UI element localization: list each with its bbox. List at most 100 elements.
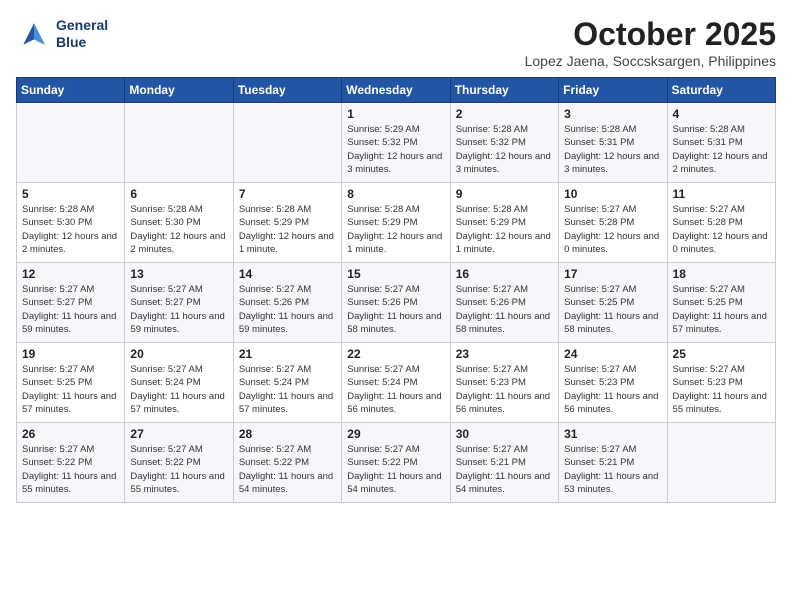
calendar-cell: 14 Sunrise: 5:27 AM Sunset: 5:26 PM Dayli… (233, 263, 341, 343)
calendar-table: SundayMondayTuesdayWednesdayThursdayFrid… (16, 77, 776, 503)
day-number: 17 (564, 267, 661, 281)
day-number: 22 (347, 347, 444, 361)
calendar-cell: 27 Sunrise: 5:27 AM Sunset: 5:22 PM Dayli… (125, 423, 233, 503)
calendar-cell: 13 Sunrise: 5:27 AM Sunset: 5:27 PM Dayli… (125, 263, 233, 343)
weekday-header: Sunday (17, 78, 125, 103)
weekday-header: Saturday (667, 78, 775, 103)
calendar-week-row: 1 Sunrise: 5:29 AM Sunset: 5:32 PM Daylig… (17, 103, 776, 183)
logo-line2: Blue (56, 34, 108, 51)
cell-info: Sunrise: 5:27 AM Sunset: 5:26 PM Dayligh… (456, 283, 553, 336)
weekday-header: Tuesday (233, 78, 341, 103)
weekday-header: Wednesday (342, 78, 450, 103)
cell-info: Sunrise: 5:27 AM Sunset: 5:21 PM Dayligh… (456, 443, 553, 496)
day-number: 3 (564, 107, 661, 121)
cell-info: Sunrise: 5:27 AM Sunset: 5:27 PM Dayligh… (130, 283, 227, 336)
day-number: 2 (456, 107, 553, 121)
calendar-week-row: 5 Sunrise: 5:28 AM Sunset: 5:30 PM Daylig… (17, 183, 776, 263)
day-number: 4 (673, 107, 770, 121)
calendar-cell: 20 Sunrise: 5:27 AM Sunset: 5:24 PM Dayli… (125, 343, 233, 423)
month-title: October 2025 (525, 16, 776, 53)
cell-info: Sunrise: 5:27 AM Sunset: 5:22 PM Dayligh… (130, 443, 227, 496)
day-number: 13 (130, 267, 227, 281)
cell-info: Sunrise: 5:27 AM Sunset: 5:22 PM Dayligh… (239, 443, 336, 496)
calendar-cell: 26 Sunrise: 5:27 AM Sunset: 5:22 PM Dayli… (17, 423, 125, 503)
calendar-week-row: 19Sunrise: 5:27 AM Sunset: 5:25 PM Dayli… (17, 343, 776, 423)
calendar-cell: 24Sunrise: 5:27 AM Sunset: 5:23 PM Dayli… (559, 343, 667, 423)
page-header: General Blue October 2025 Lopez Jaena, S… (16, 16, 776, 69)
cell-info: Sunrise: 5:27 AM Sunset: 5:25 PM Dayligh… (22, 363, 119, 416)
calendar-cell: 3 Sunrise: 5:28 AM Sunset: 5:31 PM Daylig… (559, 103, 667, 183)
calendar-week-row: 26 Sunrise: 5:27 AM Sunset: 5:22 PM Dayli… (17, 423, 776, 503)
weekday-row: SundayMondayTuesdayWednesdayThursdayFrid… (17, 78, 776, 103)
title-block: October 2025 Lopez Jaena, Soccsksargen, … (525, 16, 776, 69)
logo: General Blue (16, 16, 108, 52)
day-number: 26 (22, 427, 119, 441)
day-number: 12 (22, 267, 119, 281)
day-number: 9 (456, 187, 553, 201)
cell-info: Sunrise: 5:27 AM Sunset: 5:24 PM Dayligh… (347, 363, 444, 416)
weekday-header: Friday (559, 78, 667, 103)
day-number: 28 (239, 427, 336, 441)
weekday-header: Monday (125, 78, 233, 103)
day-number: 7 (239, 187, 336, 201)
cell-info: Sunrise: 5:27 AM Sunset: 5:23 PM Dayligh… (456, 363, 553, 416)
cell-info: Sunrise: 5:27 AM Sunset: 5:26 PM Dayligh… (347, 283, 444, 336)
calendar-body: 1 Sunrise: 5:29 AM Sunset: 5:32 PM Daylig… (17, 103, 776, 503)
calendar-cell: 8Sunrise: 5:28 AM Sunset: 5:29 PM Daylig… (342, 183, 450, 263)
day-number: 21 (239, 347, 336, 361)
weekday-header: Thursday (450, 78, 558, 103)
calendar-cell (667, 423, 775, 503)
cell-info: Sunrise: 5:27 AM Sunset: 5:22 PM Dayligh… (347, 443, 444, 496)
day-number: 27 (130, 427, 227, 441)
day-number: 6 (130, 187, 227, 201)
cell-info: Sunrise: 5:27 AM Sunset: 5:27 PM Dayligh… (22, 283, 119, 336)
calendar-cell: 2 Sunrise: 5:28 AM Sunset: 5:32 PM Daylig… (450, 103, 558, 183)
day-number: 20 (130, 347, 227, 361)
cell-info: Sunrise: 5:28 AM Sunset: 5:32 PM Dayligh… (456, 123, 553, 176)
day-number: 25 (673, 347, 770, 361)
calendar-cell: 22 Sunrise: 5:27 AM Sunset: 5:24 PM Dayli… (342, 343, 450, 423)
cell-info: Sunrise: 5:27 AM Sunset: 5:22 PM Dayligh… (22, 443, 119, 496)
day-number: 23 (456, 347, 553, 361)
day-number: 31 (564, 427, 661, 441)
calendar-cell: 28 Sunrise: 5:27 AM Sunset: 5:22 PM Dayli… (233, 423, 341, 503)
calendar-cell: 18 Sunrise: 5:27 AM Sunset: 5:25 PM Dayli… (667, 263, 775, 343)
calendar-cell: 23 Sunrise: 5:27 AM Sunset: 5:23 PM Dayli… (450, 343, 558, 423)
calendar-cell: 17Sunrise: 5:27 AM Sunset: 5:25 PM Dayli… (559, 263, 667, 343)
cell-info: Sunrise: 5:27 AM Sunset: 5:23 PM Dayligh… (673, 363, 770, 416)
cell-info: Sunrise: 5:29 AM Sunset: 5:32 PM Dayligh… (347, 123, 444, 176)
calendar-cell: 29Sunrise: 5:27 AM Sunset: 5:22 PM Dayli… (342, 423, 450, 503)
cell-info: Sunrise: 5:28 AM Sunset: 5:29 PM Dayligh… (347, 203, 444, 256)
cell-info: Sunrise: 5:27 AM Sunset: 5:25 PM Dayligh… (673, 283, 770, 336)
cell-info: Sunrise: 5:27 AM Sunset: 5:24 PM Dayligh… (130, 363, 227, 416)
cell-info: Sunrise: 5:27 AM Sunset: 5:26 PM Dayligh… (239, 283, 336, 336)
cell-info: Sunrise: 5:28 AM Sunset: 5:31 PM Dayligh… (673, 123, 770, 176)
cell-info: Sunrise: 5:27 AM Sunset: 5:28 PM Dayligh… (673, 203, 770, 256)
cell-info: Sunrise: 5:28 AM Sunset: 5:30 PM Dayligh… (22, 203, 119, 256)
cell-info: Sunrise: 5:28 AM Sunset: 5:31 PM Dayligh… (564, 123, 661, 176)
calendar-cell (17, 103, 125, 183)
calendar-cell: 4 Sunrise: 5:28 AM Sunset: 5:31 PM Daylig… (667, 103, 775, 183)
logo-line1: General (56, 17, 108, 34)
calendar-cell: 9 Sunrise: 5:28 AM Sunset: 5:29 PM Daylig… (450, 183, 558, 263)
day-number: 16 (456, 267, 553, 281)
cell-info: Sunrise: 5:28 AM Sunset: 5:29 PM Dayligh… (456, 203, 553, 256)
calendar-cell: 6 Sunrise: 5:28 AM Sunset: 5:30 PM Daylig… (125, 183, 233, 263)
cell-info: Sunrise: 5:28 AM Sunset: 5:29 PM Dayligh… (239, 203, 336, 256)
day-number: 5 (22, 187, 119, 201)
cell-info: Sunrise: 5:27 AM Sunset: 5:28 PM Dayligh… (564, 203, 661, 256)
day-number: 14 (239, 267, 336, 281)
day-number: 18 (673, 267, 770, 281)
cell-info: Sunrise: 5:28 AM Sunset: 5:30 PM Dayligh… (130, 203, 227, 256)
calendar-cell: 10Sunrise: 5:27 AM Sunset: 5:28 PM Dayli… (559, 183, 667, 263)
logo-icon (16, 16, 52, 52)
calendar-cell: 11 Sunrise: 5:27 AM Sunset: 5:28 PM Dayli… (667, 183, 775, 263)
cell-info: Sunrise: 5:27 AM Sunset: 5:23 PM Dayligh… (564, 363, 661, 416)
calendar-cell: 15Sunrise: 5:27 AM Sunset: 5:26 PM Dayli… (342, 263, 450, 343)
day-number: 11 (673, 187, 770, 201)
calendar-cell (125, 103, 233, 183)
location-title: Lopez Jaena, Soccsksargen, Philippines (525, 53, 776, 69)
calendar-cell: 1 Sunrise: 5:29 AM Sunset: 5:32 PM Daylig… (342, 103, 450, 183)
calendar-week-row: 12 Sunrise: 5:27 AM Sunset: 5:27 PM Dayli… (17, 263, 776, 343)
day-number: 1 (347, 107, 444, 121)
